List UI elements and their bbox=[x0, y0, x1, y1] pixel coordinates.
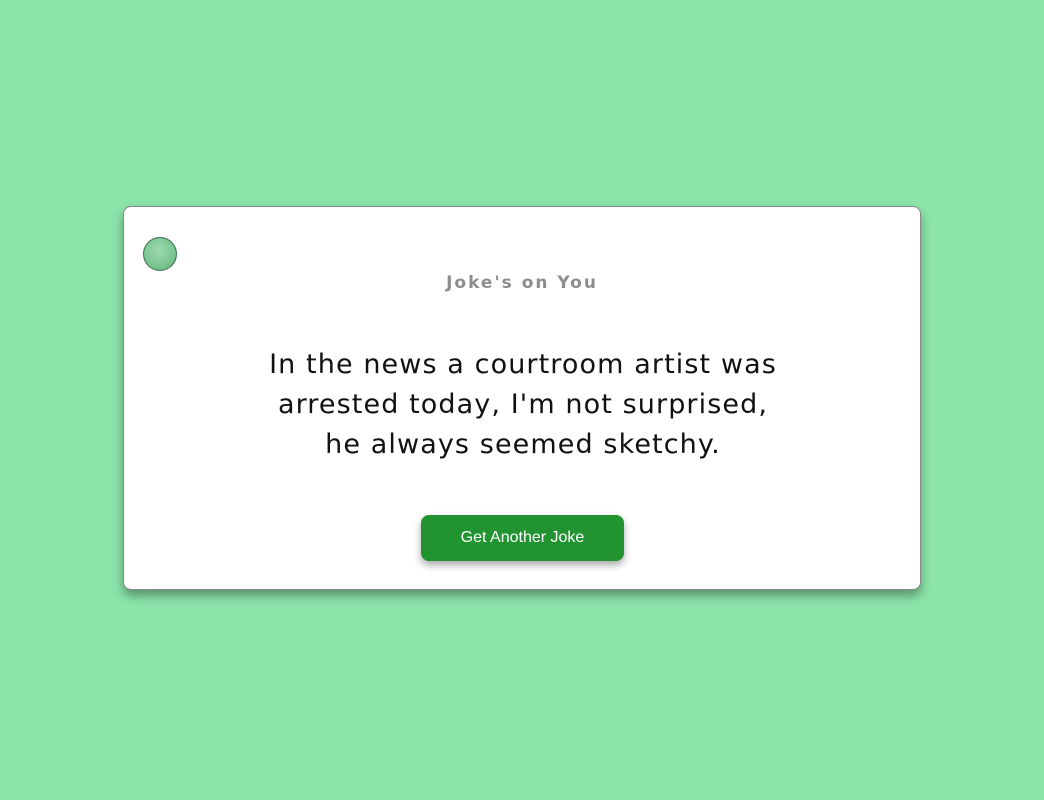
card-title: Joke's on You bbox=[446, 273, 598, 293]
joke-card: Joke's on You In the news a courtroom ar… bbox=[123, 206, 921, 590]
circle-hole-icon bbox=[143, 237, 177, 271]
get-another-joke-button[interactable]: Get Another Joke bbox=[421, 515, 624, 561]
joke-text: In the news a courtroom artist was arres… bbox=[269, 349, 777, 460]
